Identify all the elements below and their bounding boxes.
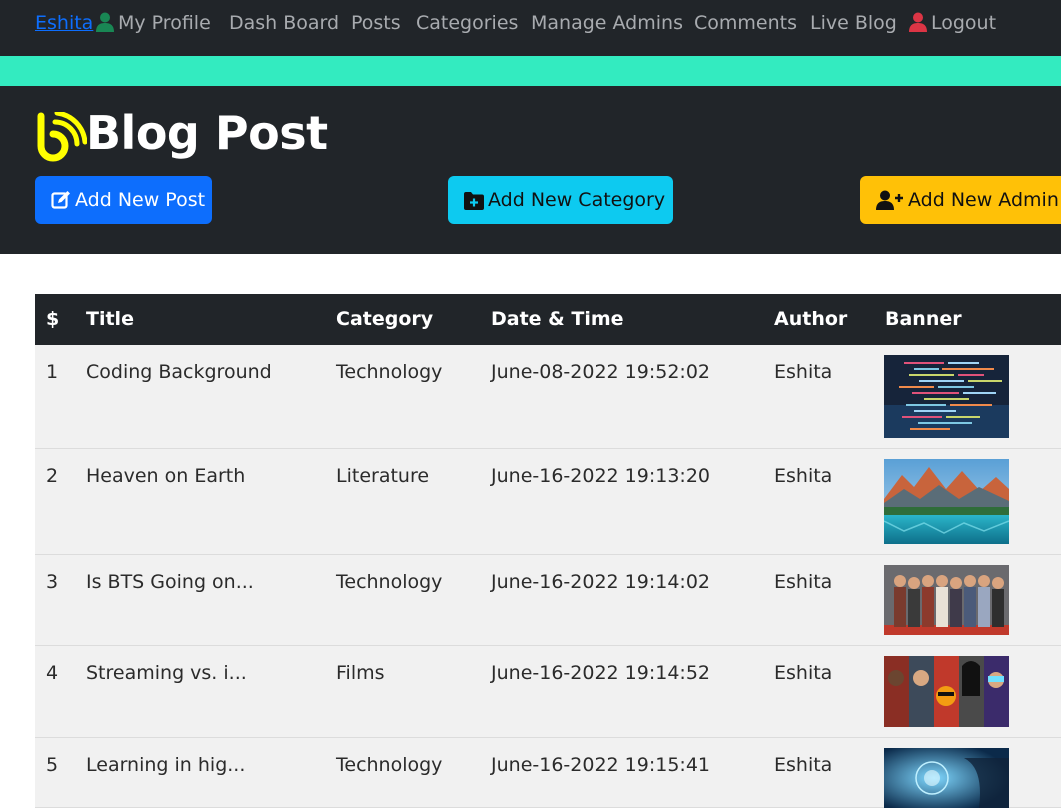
row-category: Technology [336, 571, 443, 593]
nav-my-profile[interactable]: My Profile [96, 10, 211, 36]
column-header-category: Category [336, 308, 434, 330]
row-category: Technology [336, 361, 443, 383]
nav-categories[interactable]: Categories [416, 10, 518, 36]
row-title: Coding Background [86, 361, 272, 383]
page-title: Blog Post [86, 106, 328, 160]
row-title: Is BTS Going on... [86, 571, 254, 593]
add-new-admin-label: Add New Admin [908, 189, 1059, 211]
folder-plus-icon [464, 192, 484, 210]
column-header-author: Author [774, 308, 848, 330]
row-title: Learning in hig... [86, 754, 246, 776]
row-author: Eshita [774, 465, 833, 487]
row-author: Eshita [774, 571, 833, 593]
column-header-banner: Banner [885, 308, 962, 330]
table-row: 1 Coding Background Technology June-08-2… [35, 345, 1061, 449]
add-new-post-label: Add New Post [75, 189, 206, 211]
nav-logout[interactable]: Logout [909, 10, 996, 36]
nav-posts[interactable]: Posts [351, 10, 401, 36]
mountain-lake-image [884, 459, 1009, 544]
table-header: $ Title Category Date & Time Author Bann… [35, 294, 1061, 345]
row-category: Literature [336, 465, 430, 487]
tech-hologram-image [884, 748, 1009, 808]
nav-dash-board[interactable]: Dash Board [229, 10, 339, 36]
add-new-post-button[interactable]: Add New Post [35, 176, 212, 224]
table-row: 5 Learning in hig... Technology June-16-… [35, 738, 1061, 808]
row-title: Streaming vs. i... [86, 662, 247, 684]
row-number: 1 [46, 361, 59, 383]
row-date-time: June-16-2022 19:14:52 [491, 662, 710, 684]
column-header-title: Title [86, 308, 134, 330]
row-date-time: June-16-2022 19:13:20 [491, 465, 710, 487]
user-plus-icon [876, 190, 903, 210]
add-new-admin-button[interactable]: Add New Admin [860, 176, 1061, 224]
add-new-category-label: Add New Category [488, 189, 666, 211]
row-category: Films [336, 662, 385, 684]
group-photo-image [884, 565, 1009, 635]
nav-live-blog[interactable]: Live Blog [810, 10, 897, 36]
row-number: 5 [46, 754, 59, 776]
nav-logout-label: Logout [931, 12, 997, 34]
row-author: Eshita [774, 361, 833, 383]
table-row: 4 Streaming vs. i... Films June-16-2022 … [35, 646, 1061, 738]
row-author: Eshita [774, 754, 833, 776]
nav-comments[interactable]: Comments [694, 10, 797, 36]
column-header-date-time: Date & Time [491, 308, 624, 330]
row-title: Heaven on Earth [86, 465, 246, 487]
table-row: 2 Heaven on Earth Literature June-16-202… [35, 449, 1061, 555]
row-number: 2 [46, 465, 59, 487]
table-row: 3 Is BTS Going on... Technology June-16-… [35, 555, 1061, 646]
page-header: Blog Post Add New Post Add New Category … [0, 86, 1061, 254]
row-date-time: June-16-2022 19:15:41 [491, 754, 710, 776]
row-number: 4 [46, 662, 59, 684]
row-category: Technology [336, 754, 443, 776]
nav-user-link[interactable]: Eshita [35, 10, 93, 36]
code-screen-image [884, 355, 1009, 438]
row-date-time: June-16-2022 19:14:02 [491, 571, 710, 593]
column-header-number: $ [46, 308, 60, 330]
add-new-category-button[interactable]: Add New Category [448, 176, 673, 224]
user-icon [909, 12, 927, 32]
row-author: Eshita [774, 662, 833, 684]
accent-bar [0, 56, 1061, 86]
edit-icon [51, 191, 70, 209]
nav-manage-admins[interactable]: Manage Admins [531, 10, 683, 36]
user-icon [96, 12, 114, 32]
row-number: 3 [46, 571, 59, 593]
blog-rss-icon [37, 112, 87, 162]
top-navbar: Eshita My Profile Dash Board Posts Categ… [0, 0, 1061, 56]
nav-my-profile-label: My Profile [118, 12, 211, 34]
movie-collage-image [884, 656, 1009, 727]
row-date-time: June-08-2022 19:52:02 [491, 361, 710, 383]
